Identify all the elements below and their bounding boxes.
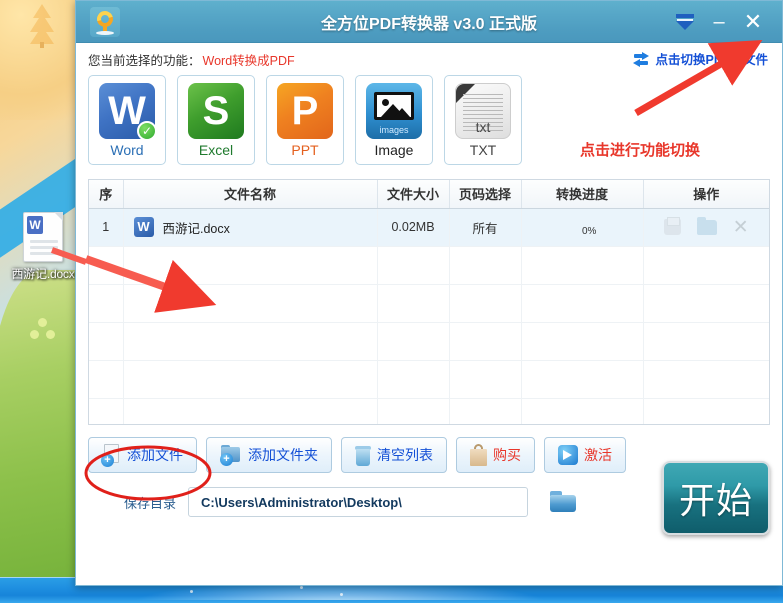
filename-text: 西游记.docx — [162, 221, 230, 236]
table-row[interactable]: 1 W 西游记.docx 0.02MB 所有 0% ✕ — [89, 208, 769, 247]
col-actions: 操作 — [643, 180, 769, 209]
buy-button[interactable]: 购买 — [456, 437, 535, 473]
close-icon: ✕ — [743, 8, 763, 34]
cell-progress: 0% — [521, 208, 644, 247]
col-filesize: 文件大小 — [377, 180, 450, 209]
minimize-to-tray-button[interactable] — [670, 8, 700, 36]
window-body: 您当前选择的功能： Word转换成PDF 点击切换PDF转文件 W ✓ Word… — [76, 43, 782, 585]
add-file-label: 添加文件 — [127, 447, 183, 463]
tile-ppt[interactable]: P PPT — [266, 75, 344, 165]
table-empty-row — [89, 246, 769, 285]
switch-mode-link[interactable]: 点击切换PDF转文件 — [632, 49, 768, 68]
table-empty-row — [89, 360, 769, 399]
wallpaper-flower — [38, 318, 47, 327]
clear-list-label: 清空列表 — [377, 447, 433, 463]
cell-pages[interactable]: 所有 — [449, 208, 522, 247]
col-filename: 文件名称 — [123, 180, 378, 209]
add-folder-icon: + — [220, 445, 242, 466]
folder-browse-icon[interactable] — [550, 491, 578, 513]
tray-down-arrow-icon — [676, 13, 694, 31]
title-bar[interactable]: 全方位PDF转换器 v3.0 正式版 – ✕ — [76, 1, 782, 43]
selected-check-icon: ✓ — [137, 121, 157, 141]
function-label: 您当前选择的功能： — [88, 53, 201, 68]
buy-label: 购买 — [493, 447, 521, 463]
function-current-value: Word转换成PDF — [202, 53, 295, 68]
excel-letter: S — [202, 89, 230, 133]
ppt-letter: P — [291, 89, 319, 133]
save-directory-input[interactable]: C:\Users\Administrator\Desktop\ — [188, 487, 529, 517]
wallpaper-tree-icon — [30, 4, 54, 48]
application-window: 全方位PDF转换器 v3.0 正式版 – ✕ 您当前选择的功能： Word转换成… — [75, 0, 783, 586]
tile-image-label: Image — [374, 142, 414, 158]
col-progress: 转换进度 — [521, 180, 644, 209]
start-button-label: 开始 — [678, 480, 753, 521]
txt-icon-sublabel: txt — [475, 119, 491, 135]
remove-icon[interactable]: ✕ — [733, 218, 749, 237]
table-empty-row — [89, 398, 769, 424]
table-empty-row — [89, 322, 769, 361]
file-list-table: 序 文件名称 文件大小 页码选择 转换进度 操作 1 W 西游记.docx 0.… — [88, 179, 770, 425]
window-controls: – ✕ — [670, 8, 782, 36]
desktop-file-shortcut[interactable]: W 西游记.docx — [6, 212, 80, 282]
image-icon-sublabel: images — [379, 125, 409, 135]
activate-label: 激活 — [584, 447, 612, 463]
add-folder-button[interactable]: + 添加文件夹 — [206, 437, 332, 473]
powerpoint-icon: P — [277, 83, 333, 139]
minimize-button[interactable]: – — [704, 8, 734, 36]
close-button[interactable]: ✕ — [738, 8, 768, 36]
swap-arrows-icon — [632, 51, 650, 67]
excel-icon: S — [188, 83, 244, 139]
tile-word[interactable]: W ✓ Word — [88, 75, 166, 165]
annotation-switch-hint: 点击进行功能切换 — [579, 142, 700, 159]
save-icon[interactable] — [663, 217, 681, 235]
function-header: 您当前选择的功能： Word转换成PDF 点击切换PDF转文件 — [88, 43, 770, 71]
desktop-file-label: 西游记.docx — [11, 267, 75, 281]
minimize-icon: – — [713, 10, 725, 33]
add-file-icon: + — [101, 444, 121, 467]
shopping-bag-icon — [470, 444, 487, 466]
arrow-right-icon — [558, 445, 578, 465]
col-pages: 页码选择 — [449, 180, 522, 209]
wallpaper-flower — [46, 330, 55, 339]
wallpaper-flower — [30, 330, 39, 339]
save-directory-row: 保存目录 C:\Users\Administrator\Desktop\ 开始 — [88, 461, 770, 535]
word-file-icon: W — [133, 217, 154, 237]
tile-excel-label: Excel — [198, 142, 234, 158]
tile-txt-label: TXT — [469, 142, 497, 158]
add-folder-label: 添加文件夹 — [248, 447, 318, 463]
word-document-icon: W — [23, 212, 63, 262]
start-button[interactable]: 开始 — [662, 461, 770, 535]
clear-list-button[interactable]: 清空列表 — [341, 437, 447, 473]
open-folder-icon[interactable] — [696, 216, 717, 235]
table-empty-row — [89, 284, 769, 323]
refresh-logo-icon — [90, 6, 120, 37]
tile-txt[interactable]: txt TXT — [444, 75, 522, 165]
cell-actions: ✕ — [643, 208, 769, 247]
tile-word-label: Word — [110, 142, 144, 158]
cell-filename: W 西游记.docx — [123, 208, 378, 247]
activate-button[interactable]: 激活 — [544, 437, 626, 473]
tile-excel[interactable]: S Excel — [177, 75, 255, 165]
save-directory-label: 保存目录 — [124, 495, 177, 511]
add-file-button[interactable]: + 添加文件 — [88, 437, 197, 473]
txt-icon: txt — [455, 83, 511, 139]
trash-icon — [355, 445, 371, 466]
image-icon: images — [366, 83, 422, 139]
desktop-background: W 西游记.docx 全方位PDF转换器 v3.0 正式版 – ✕ 您当前选择的… — [0, 0, 783, 603]
word-letter-icon: W — [27, 216, 43, 234]
switch-mode-label: 点击切换PDF转文件 — [655, 53, 768, 67]
col-index: 序 — [89, 180, 124, 209]
cell-filesize: 0.02MB — [377, 208, 450, 247]
table-header-row: 序 文件名称 文件大小 页码选择 转换进度 操作 — [89, 180, 769, 209]
word-icon: W ✓ — [99, 83, 157, 141]
tile-image[interactable]: images Image — [355, 75, 433, 165]
tile-ppt-label: PPT — [291, 142, 319, 158]
cell-index: 1 — [89, 208, 124, 247]
